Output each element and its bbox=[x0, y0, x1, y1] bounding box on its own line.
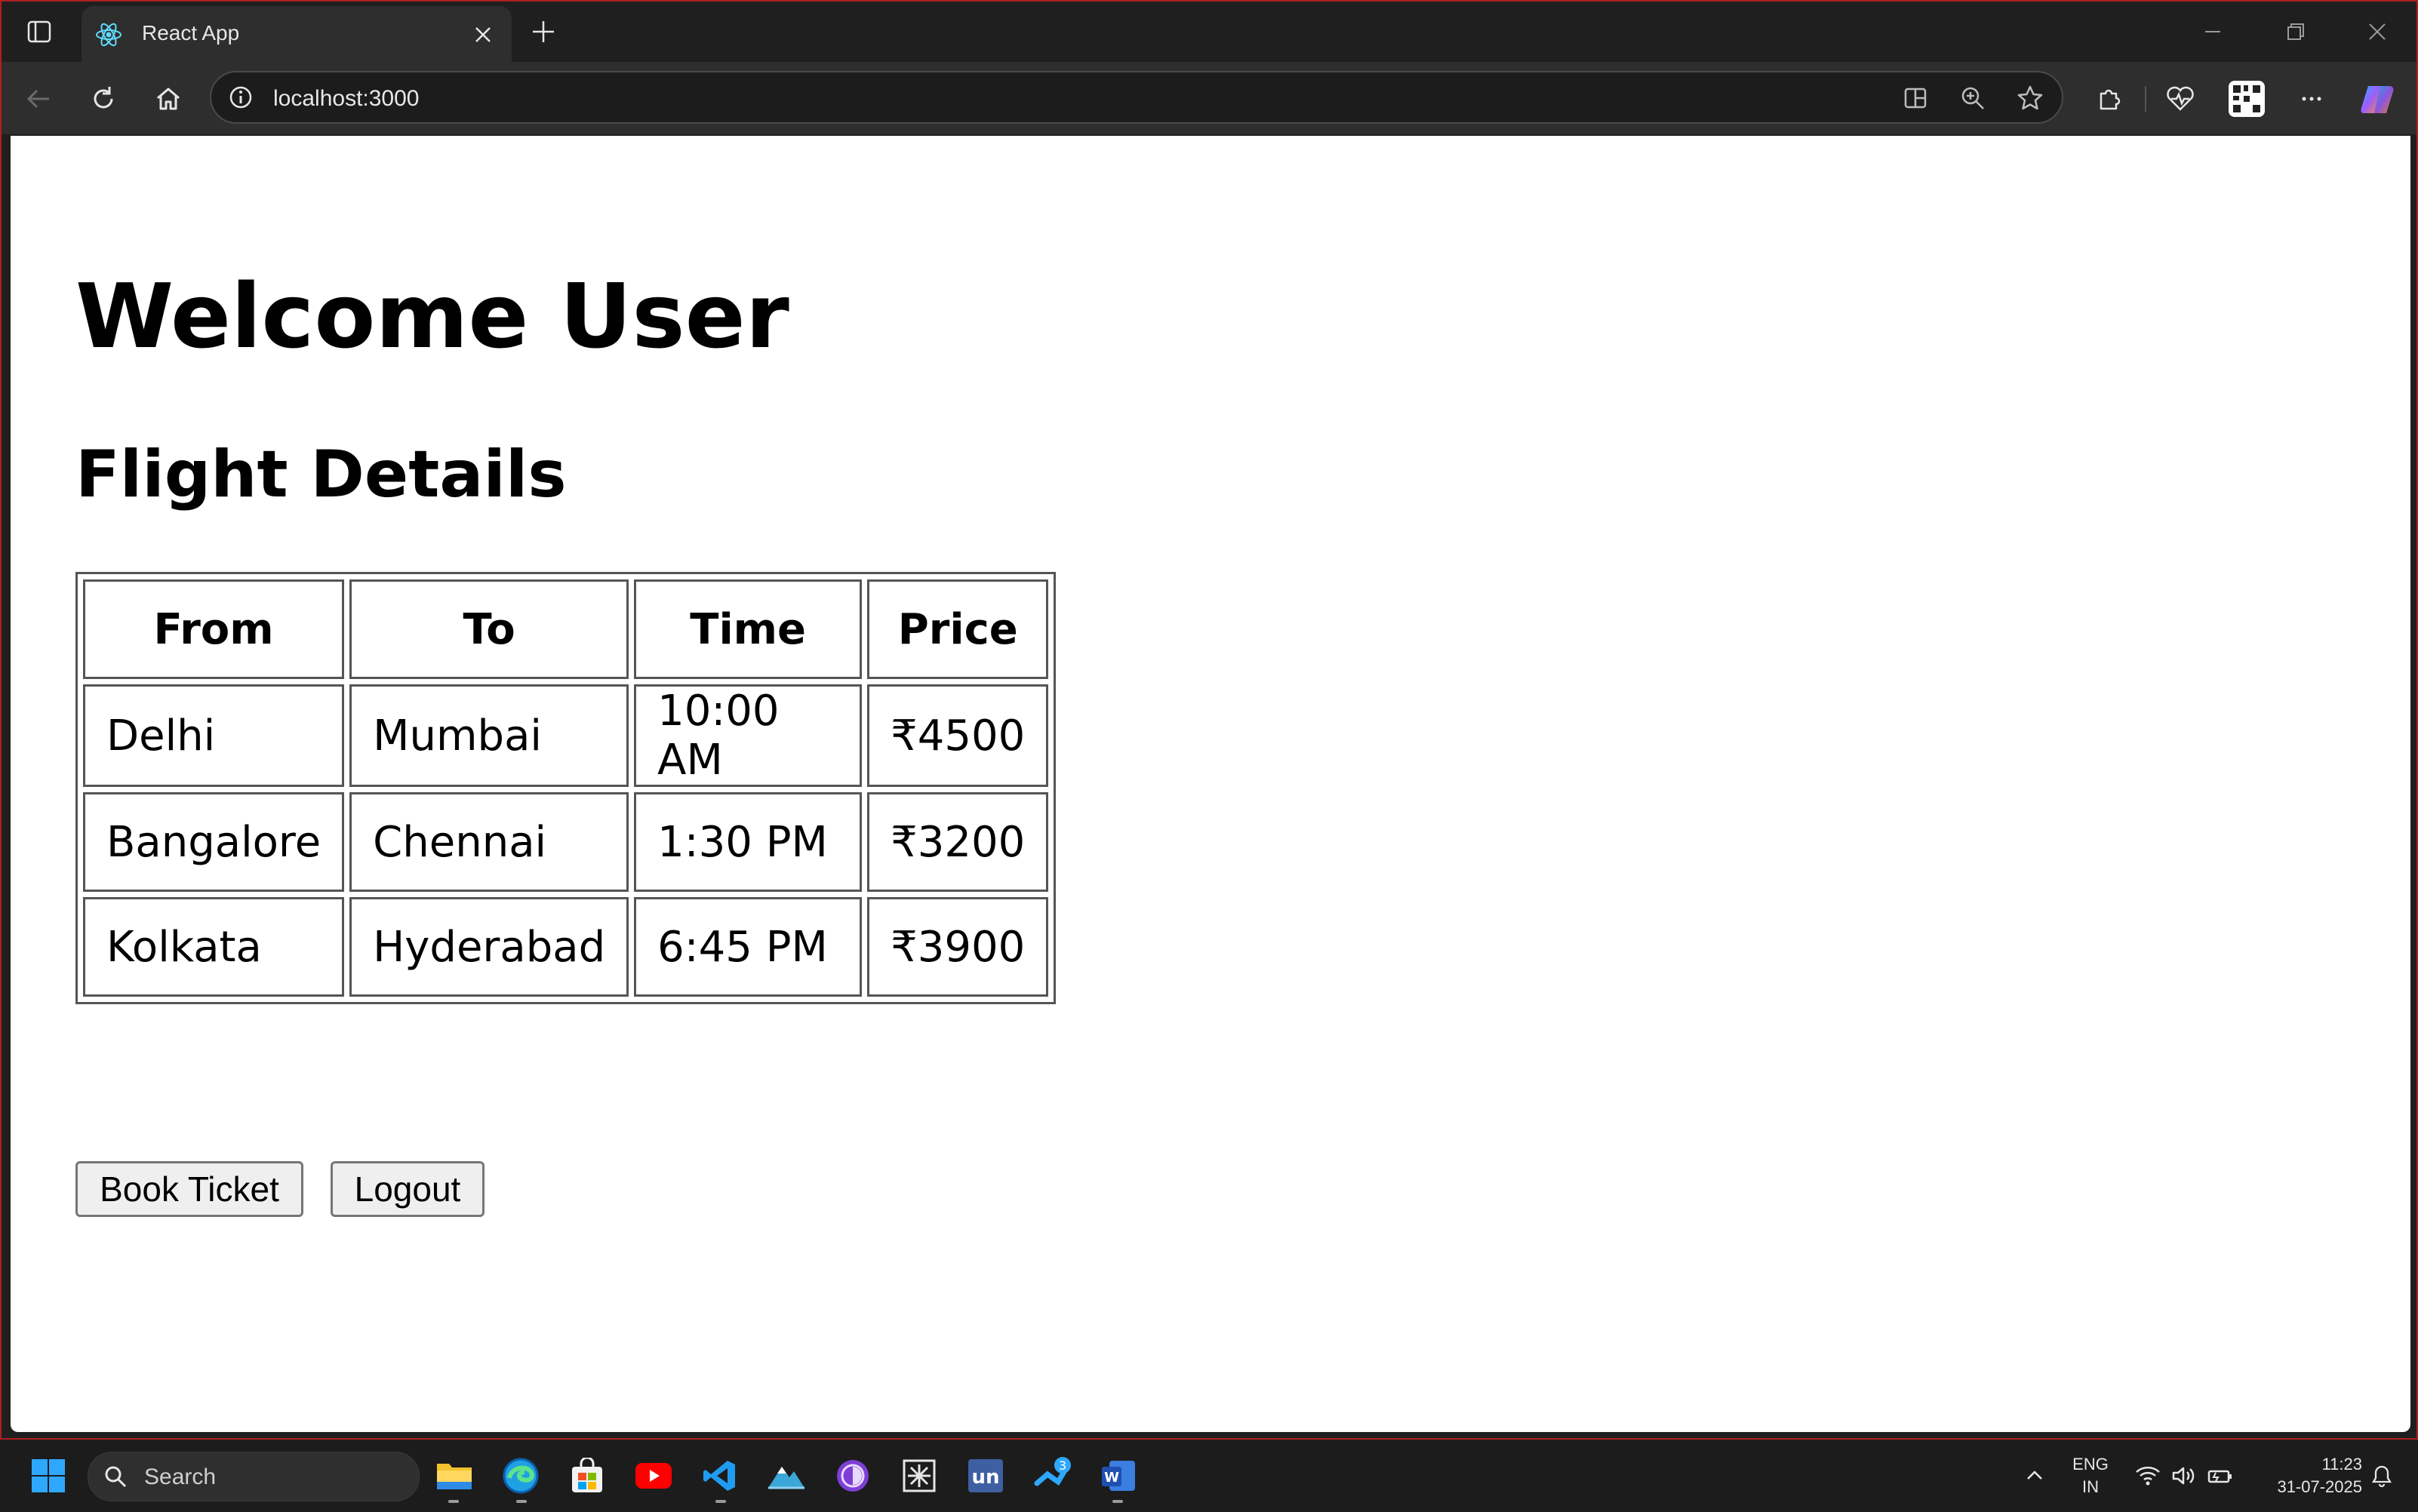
svg-text:un: un bbox=[971, 1466, 999, 1489]
clock[interactable]: 11:23 31-07-2025 bbox=[2249, 1453, 2362, 1498]
tor-browser-icon[interactable] bbox=[832, 1455, 874, 1497]
clock-time: 11:23 bbox=[2321, 1455, 2362, 1474]
tab-bar: React App bbox=[2, 2, 2416, 62]
vscode-icon[interactable] bbox=[699, 1455, 741, 1497]
notification-bell-icon[interactable] bbox=[2361, 1455, 2403, 1497]
web-page: Welcome User Flight Details From To Time… bbox=[11, 136, 2410, 1432]
snipping-tool-icon[interactable] bbox=[898, 1455, 940, 1497]
cell-to: Chennai bbox=[349, 792, 629, 892]
unacademy-icon[interactable]: un bbox=[964, 1455, 1007, 1497]
react-logo-icon bbox=[94, 20, 124, 50]
steam-badge: 3 bbox=[1059, 1458, 1066, 1473]
more-options-icon[interactable] bbox=[2293, 80, 2330, 118]
profile-avatar-icon[interactable] bbox=[2225, 77, 2269, 121]
browser-toolbar: localhost:3000 bbox=[2, 62, 2416, 134]
minimize-icon[interactable] bbox=[2190, 15, 2235, 48]
cell-price: ₹4500 bbox=[867, 684, 1049, 787]
table-row: Bangalore Chennai 1:30 PM ₹3200 bbox=[83, 792, 1049, 892]
split-screen-icon[interactable] bbox=[1899, 81, 1932, 115]
toolbar-divider bbox=[2145, 86, 2146, 112]
browser-window: React App localhost:3000 Welcome User Fl… bbox=[0, 0, 2418, 1440]
cell-to: Hyderabad bbox=[349, 897, 629, 997]
mountain-app-icon[interactable] bbox=[765, 1455, 808, 1497]
home-icon[interactable] bbox=[149, 80, 187, 118]
show-hidden-icons-chevron-icon[interactable] bbox=[2013, 1455, 2056, 1497]
flight-details-heading: Flight Details bbox=[75, 437, 567, 512]
welcome-heading: Welcome User bbox=[75, 264, 789, 368]
book-ticket-button[interactable]: Book Ticket bbox=[75, 1161, 303, 1217]
word-icon[interactable]: W bbox=[1097, 1455, 1140, 1497]
windows-start-icon[interactable] bbox=[27, 1455, 69, 1497]
running-indicator bbox=[715, 1500, 726, 1503]
column-header-to: To bbox=[349, 579, 629, 679]
microsoft-store-icon[interactable] bbox=[566, 1455, 608, 1497]
close-tab-icon[interactable] bbox=[468, 20, 498, 50]
tab-actions-icon[interactable] bbox=[23, 15, 56, 48]
url-text[interactable]: localhost:3000 bbox=[273, 86, 419, 112]
logout-button[interactable]: Logout bbox=[331, 1161, 485, 1217]
column-header-price: Price bbox=[867, 579, 1049, 679]
cell-from: Delhi bbox=[83, 684, 345, 787]
restore-icon[interactable] bbox=[2273, 15, 2318, 48]
input-language-indicator[interactable]: ENG IN bbox=[2068, 1453, 2113, 1498]
edge-icon[interactable] bbox=[500, 1455, 542, 1497]
cell-from: Kolkata bbox=[83, 897, 345, 997]
language-code: ENG bbox=[2072, 1455, 2109, 1474]
cell-from: Bangalore bbox=[83, 792, 345, 892]
clock-date: 31-07-2025 bbox=[2277, 1477, 2362, 1496]
cell-price: ₹3200 bbox=[867, 792, 1049, 892]
new-tab-icon[interactable] bbox=[527, 15, 560, 48]
close-window-icon[interactable] bbox=[2355, 15, 2400, 48]
svg-text:W: W bbox=[1104, 1470, 1119, 1486]
table-row: Delhi Mumbai 10:00 AM ₹4500 bbox=[83, 684, 1049, 787]
search-icon bbox=[102, 1463, 129, 1490]
search-label: Search bbox=[144, 1464, 217, 1489]
address-bar[interactable]: localhost:3000 bbox=[210, 71, 2063, 124]
cell-time: 10:00 AM bbox=[634, 684, 863, 787]
running-indicator bbox=[1112, 1500, 1123, 1503]
cell-to: Mumbai bbox=[349, 684, 629, 787]
youtube-icon[interactable] bbox=[632, 1455, 675, 1497]
region-code: IN bbox=[2082, 1477, 2099, 1496]
running-indicator bbox=[516, 1500, 527, 1503]
back-icon[interactable] bbox=[20, 80, 57, 118]
running-indicator bbox=[448, 1500, 459, 1503]
flight-details-table: From To Time Price Delhi Mumbai 10:00 AM… bbox=[75, 572, 1057, 1004]
extensions-icon[interactable] bbox=[2090, 80, 2128, 118]
cell-price: ₹3900 bbox=[867, 897, 1049, 997]
cell-time: 6:45 PM bbox=[634, 897, 863, 997]
table-header-row: From To Time Price bbox=[83, 579, 1049, 679]
browser-essentials-icon[interactable] bbox=[2161, 80, 2199, 118]
taskbar: Search un 3 W ENG IN 11:23 31-07-2025 bbox=[0, 1440, 2418, 1512]
zoom-icon[interactable] bbox=[1956, 81, 1989, 115]
favorite-star-icon[interactable] bbox=[2013, 81, 2047, 115]
column-header-from: From bbox=[83, 579, 345, 679]
tab-title: React App bbox=[142, 21, 240, 45]
taskbar-search[interactable]: Search bbox=[88, 1452, 420, 1501]
copilot-icon[interactable] bbox=[2356, 78, 2398, 121]
table-row: Kolkata Hyderabad 6:45 PM ₹3900 bbox=[83, 897, 1049, 997]
site-info-icon[interactable] bbox=[226, 83, 255, 112]
file-explorer-icon[interactable] bbox=[433, 1455, 475, 1497]
cell-time: 1:30 PM bbox=[634, 792, 863, 892]
column-header-time: Time bbox=[634, 579, 863, 679]
battery-icon[interactable] bbox=[2199, 1455, 2241, 1497]
refresh-icon[interactable] bbox=[85, 80, 122, 118]
tab-react-app[interactable]: React App bbox=[82, 6, 512, 62]
steam-icon[interactable]: 3 bbox=[1031, 1455, 1073, 1497]
